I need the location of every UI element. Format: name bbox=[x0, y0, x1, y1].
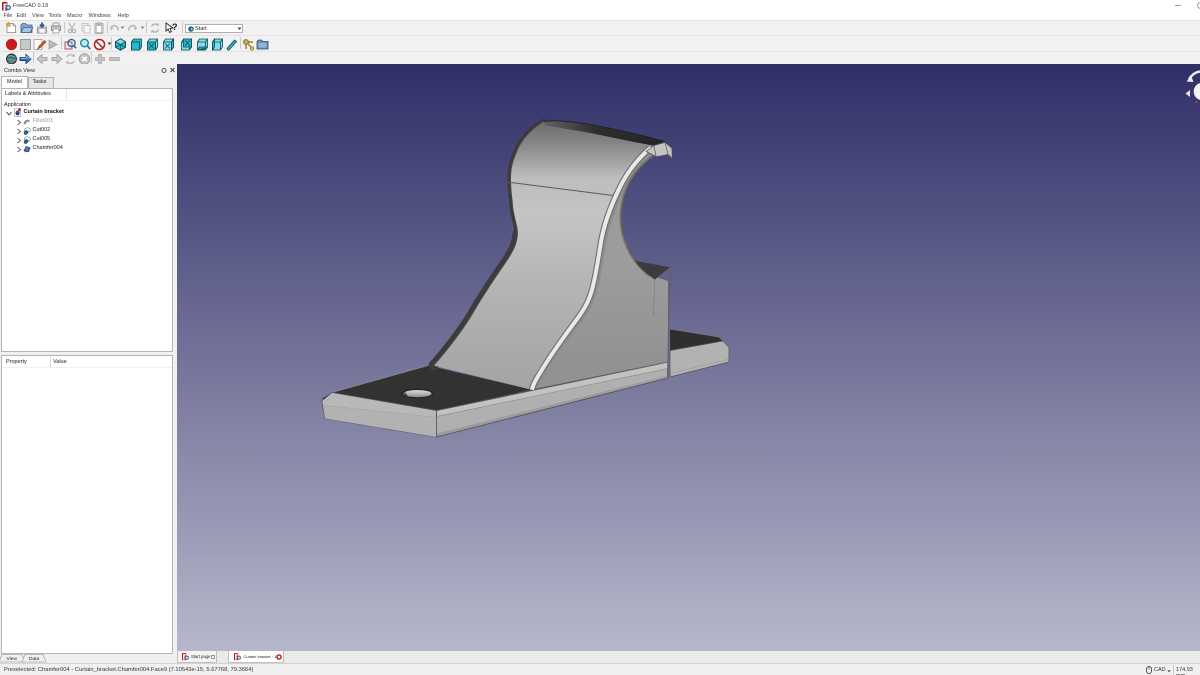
svg-text:View: View bbox=[7, 656, 18, 662]
svg-text:?: ? bbox=[172, 22, 178, 32]
svg-text:Data: Data bbox=[29, 656, 39, 662]
